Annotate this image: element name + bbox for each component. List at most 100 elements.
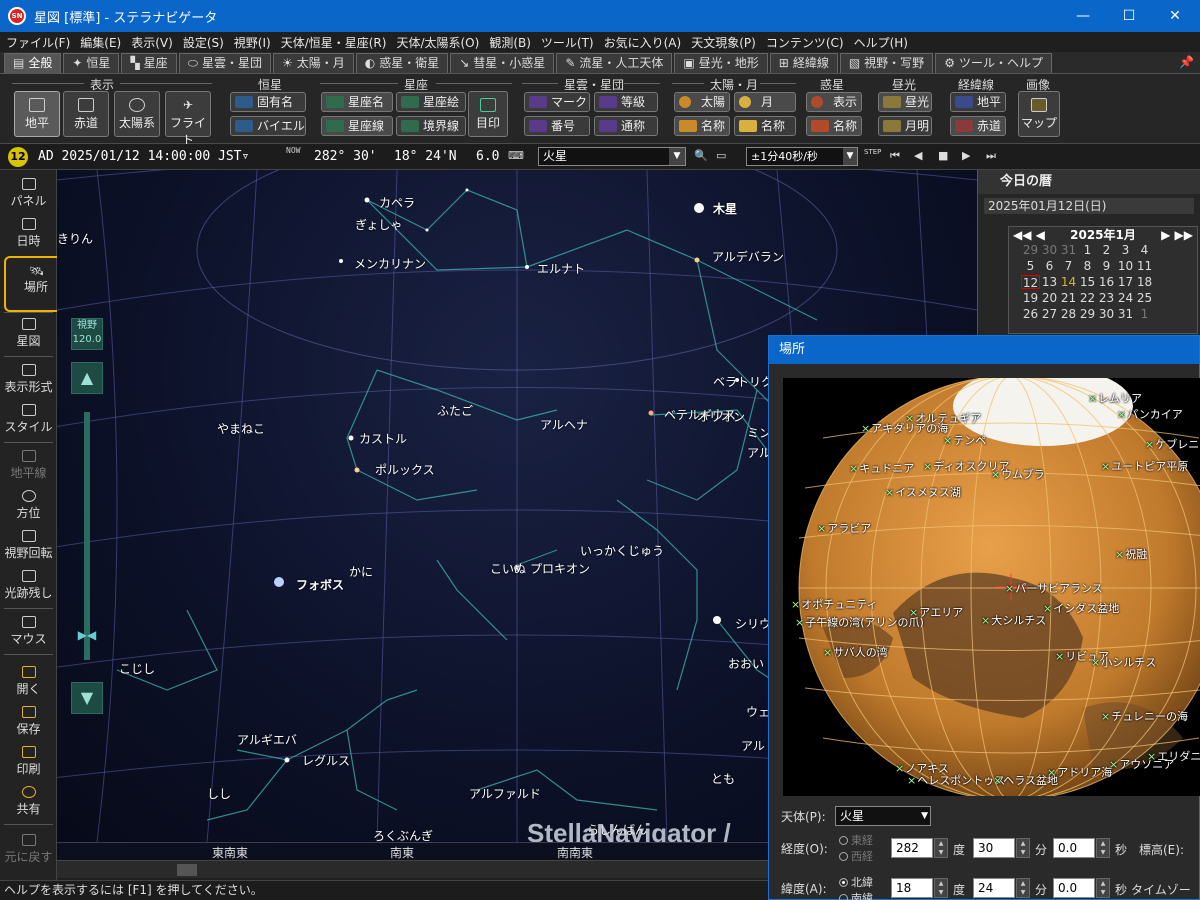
calendar-day[interactable]: 1 [1078, 243, 1097, 257]
calendar-day[interactable]: 14 [1059, 275, 1078, 289]
latitude-seconds-input[interactable]: 0.0 [1053, 878, 1095, 898]
calendar-day[interactable]: 29 [1078, 307, 1097, 321]
calendar-day[interactable]: 8 [1078, 259, 1097, 273]
proper-name-button[interactable]: 固有名 [230, 92, 306, 112]
sky-label[interactable]: プロキオン [530, 560, 590, 577]
calendar-day[interactable]: 31 [1059, 243, 1078, 257]
sky-label[interactable]: ふたご [437, 402, 473, 419]
display-format-button[interactable]: 表示形式 [0, 364, 57, 395]
daylight-button[interactable]: 昼光 [878, 92, 932, 112]
calendar-day[interactable]: 19 [1021, 291, 1040, 305]
zoom-out-button[interactable]: ▼ [71, 682, 103, 714]
sky-label[interactable]: エルナト [537, 260, 585, 277]
tab-planets[interactable]: ◐ 惑星・衛星 [355, 53, 449, 73]
menu-solar[interactable]: 天体/太陽系(O) [396, 34, 479, 51]
longitude-degrees-spinner[interactable]: ▲ ▼ [934, 838, 948, 858]
longitude-minutes-spinner[interactable]: ▲ ▼ [1016, 838, 1030, 858]
zoom-track[interactable] [84, 412, 90, 660]
step-back-icon[interactable]: ◀ [914, 149, 922, 162]
fov-rotation-button[interactable]: 視野回転 [0, 530, 57, 561]
fov-indicator[interactable]: 視野 120.0 [71, 318, 103, 350]
step-button[interactable]: STEP [864, 148, 881, 156]
tab-meteors[interactable]: ✎ 流星・人工天体 [556, 53, 673, 73]
zoom-slider-handle[interactable]: ▶◀ [69, 628, 105, 644]
nebula-common-name-button[interactable]: 通称 [594, 116, 658, 136]
prev-month-icon[interactable]: ◀◀ ◀ [1013, 227, 1045, 243]
calendar-day[interactable]: 26 [1021, 307, 1040, 321]
sky-label[interactable]: かに [349, 563, 373, 580]
calendar-day[interactable]: 30 [1097, 307, 1116, 321]
body-select[interactable]: 火星 ▼ [835, 806, 931, 826]
horizon-line-button[interactable]: 地平線 [0, 450, 57, 481]
west-radio[interactable]: 西経 [839, 848, 873, 864]
panel-button[interactable]: パネル [0, 178, 57, 209]
longitude-minutes-input[interactable]: 30 [973, 838, 1015, 858]
calendar-day[interactable]: 20 [1040, 291, 1059, 305]
keyboard-icon[interactable]: ⌨ [508, 149, 524, 162]
panel-icon[interactable]: ▭ [716, 149, 726, 162]
solar-system-button[interactable]: 太陽系 [114, 91, 160, 137]
tab-comets[interactable]: ↘ 彗星・小惑星 [450, 53, 555, 73]
sun-name-button[interactable]: 名称 [674, 116, 730, 136]
skip-back-icon[interactable]: ⏮ [890, 149, 900, 163]
calendar-day[interactable]: 22 [1078, 291, 1097, 305]
tab-fov[interactable]: ▧ 視野・写野 [839, 53, 934, 73]
latitude-minutes-input[interactable]: 24 [973, 878, 1015, 898]
sky-label[interactable]: アルファルド [469, 785, 541, 802]
latitude-minutes-spinner[interactable]: ▲ ▼ [1016, 878, 1030, 898]
menu-settings[interactable]: 設定(S) [183, 34, 224, 51]
direction-button[interactable]: 方位 [0, 490, 57, 521]
calendar-day[interactable]: 2 [1097, 243, 1116, 257]
horizontal-grid-button[interactable]: 地平 [950, 92, 1006, 112]
constellation-lines-button[interactable]: 星座線 [321, 116, 393, 136]
next-month-icon[interactable]: ▶ ▶▶ [1161, 227, 1193, 243]
sky-label[interactable]: シリウ [735, 615, 771, 632]
sky-label[interactable]: オリオン [697, 408, 745, 425]
tab-stars[interactable]: ✦ 恒星 [63, 53, 120, 73]
constellation-name-button[interactable]: 星座名 [321, 92, 393, 112]
horizon-view-button[interactable]: 地平 [14, 91, 60, 137]
sky-label[interactable]: アルデバラン [712, 248, 784, 265]
maximize-button[interactable]: ☐ [1106, 0, 1152, 32]
longitude-seconds-input[interactable]: 0.0 [1053, 838, 1095, 858]
sky-label[interactable]: こいぬ [490, 560, 526, 577]
calendar-day[interactable]: 9 [1097, 259, 1116, 273]
sky-label[interactable]: きりん [57, 230, 93, 247]
pin-icon[interactable]: 📌 [1179, 55, 1194, 69]
equatorial-view-button[interactable]: 赤道 [63, 91, 109, 137]
object-select[interactable]: 火星 ▼ [538, 147, 686, 166]
sky-label[interactable]: しし [207, 785, 231, 802]
tab-general[interactable]: ▤ 全般 [4, 53, 62, 73]
nebula-number-button[interactable]: 番号 [524, 116, 590, 136]
sky-label[interactable]: アルギエバ [237, 731, 297, 748]
menu-favorites[interactable]: お気に入り(A) [604, 34, 682, 51]
latitude-seconds-spinner[interactable]: ▲ ▼ [1096, 878, 1110, 898]
time-speed-select[interactable]: ±1分40秒/秒 ▼ [746, 147, 858, 166]
calendar-day[interactable]: 16 [1097, 275, 1116, 289]
scrollbar-thumb[interactable] [177, 864, 197, 876]
menu-fov[interactable]: 視野(I) [234, 34, 271, 51]
flight-button[interactable]: ✈ フライト [165, 91, 211, 147]
sky-label[interactable]: 木星 [713, 200, 737, 217]
south-radio[interactable]: 南緯 [839, 890, 873, 900]
tab-tools[interactable]: ⚙ ツール・ヘルプ [935, 53, 1052, 73]
calendar-day[interactable]: 29 [1021, 243, 1040, 257]
menu-view[interactable]: 表示(V) [131, 34, 173, 51]
datetime-button[interactable]: 日時 [0, 218, 57, 249]
moonlight-button[interactable]: 月明 [878, 116, 932, 136]
boundary-button[interactable]: 境界線 [396, 116, 466, 136]
constellation-art-button[interactable]: 星座絵 [396, 92, 466, 112]
longitude-seconds-spinner[interactable]: ▲ ▼ [1096, 838, 1110, 858]
sky-label[interactable]: メンカリナン [354, 255, 426, 272]
stop-icon[interactable]: ■ [938, 149, 948, 162]
latitude-degrees-spinner[interactable]: ▲ ▼ [934, 878, 948, 898]
moon-name-button[interactable]: 名称 [734, 116, 796, 136]
calendar-day[interactable]: 21 [1059, 291, 1078, 305]
calendar-day[interactable]: 31 [1116, 307, 1135, 321]
latitude-degrees-input[interactable]: 18 [891, 878, 933, 898]
datetime-display[interactable]: AD 2025/01/12 14:00:00 JST▿ [38, 149, 249, 164]
tab-grid[interactable]: ⊞ 経緯線 [769, 53, 838, 73]
mars-globe[interactable]: ×レムリア ×オルテュギア ×パンカイア ×アキダリアの海 ×ケブレニア ×テン… [783, 378, 1200, 796]
sky-label[interactable]: フォボス [296, 576, 344, 593]
longitude-degrees-input[interactable]: 282 [891, 838, 933, 858]
